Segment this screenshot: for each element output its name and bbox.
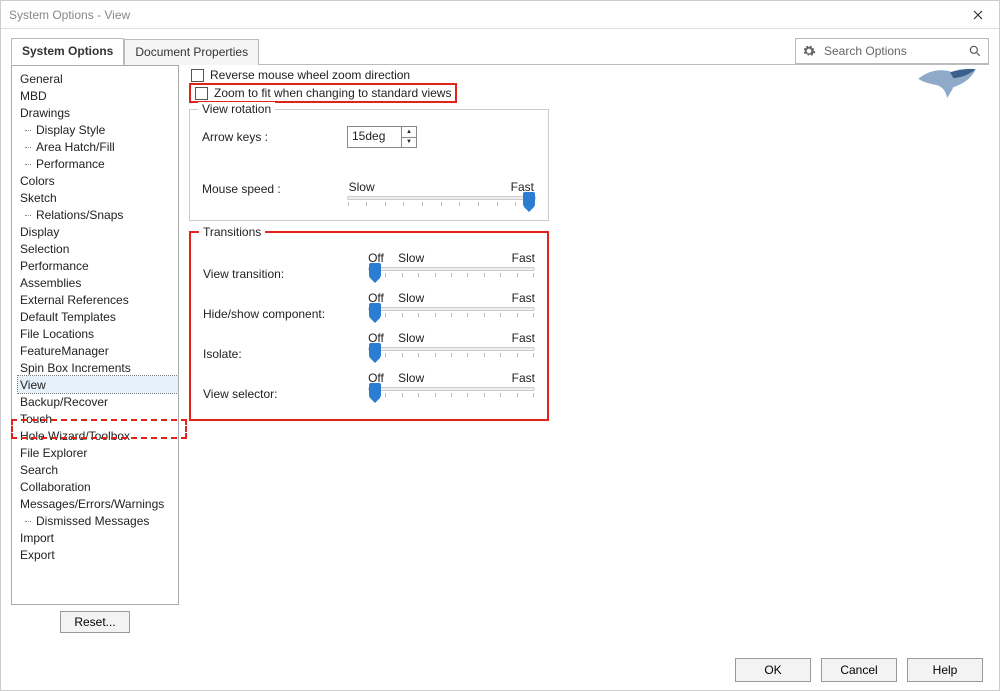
system-options-dialog: System Options - View System Options Doc… — [0, 0, 1000, 691]
mouse-speed-slider[interactable] — [347, 196, 536, 200]
transition-thumb[interactable] — [369, 263, 381, 279]
mouse-speed-label: Mouse speed : — [202, 166, 327, 196]
sidebar-item-external-references[interactable]: External References — [18, 291, 178, 308]
sidebar-item-import[interactable]: Import — [18, 529, 178, 546]
transitions-title: Transitions — [199, 225, 265, 239]
sidebar-item-general[interactable]: General — [18, 70, 178, 87]
transition-label: Isolate: — [203, 331, 360, 361]
close-icon — [973, 10, 983, 20]
sidebar-item-view[interactable]: View — [18, 376, 178, 393]
dialog-footer: OK Cancel Help — [1, 650, 999, 690]
slider-slow-label: Slow — [396, 251, 495, 265]
category-tree[interactable]: GeneralMBDDrawingsDisplay StyleArea Hatc… — [11, 65, 179, 605]
sidebar-item-drawings[interactable]: Drawings — [18, 104, 178, 121]
transition-thumb[interactable] — [369, 303, 381, 319]
transition-slider[interactable] — [368, 387, 535, 391]
transition-slider[interactable] — [368, 267, 535, 271]
sidebar-item-touch[interactable]: Touch — [18, 410, 178, 427]
transition-label: Hide/show component: — [203, 291, 360, 321]
slider-slow-label: Slow — [396, 291, 495, 305]
slider-fast-label: Fast — [495, 371, 535, 385]
close-button[interactable] — [957, 1, 999, 29]
sidebar-item-display-style[interactable]: Display Style — [18, 121, 178, 138]
sidebar-item-display[interactable]: Display — [18, 223, 178, 240]
sidebar-item-search[interactable]: Search — [18, 461, 178, 478]
transition-label: View selector: — [203, 371, 360, 401]
window-title: System Options - View — [9, 8, 130, 22]
sidebar-item-featuremanager[interactable]: FeatureManager — [18, 342, 178, 359]
spinner-down-icon[interactable]: ▼ — [402, 138, 416, 148]
ok-button[interactable]: OK — [735, 658, 811, 682]
reverse-wheel-checkbox[interactable] — [191, 69, 204, 82]
sidebar-item-hole-wizard-toolbox[interactable]: Hole Wizard/Toolbox — [18, 427, 178, 444]
sidebar-item-spin-box-increments[interactable]: Spin Box Increments — [18, 359, 178, 376]
sidebar-item-selection[interactable]: Selection — [18, 240, 178, 257]
reset-button[interactable]: Reset... — [60, 611, 130, 633]
zoom-to-fit-label: Zoom to fit when changing to standard vi… — [214, 86, 451, 100]
transition-row: View selector: Off Slow Fast — [203, 371, 535, 401]
arrow-keys-value[interactable]: 15deg — [347, 126, 401, 148]
transitions-group-highlight: Transitions View transition: Off Slow Fa… — [189, 231, 549, 421]
view-rotation-title: View rotation — [198, 102, 275, 116]
sidebar-item-file-explorer[interactable]: File Explorer — [18, 444, 178, 461]
view-rotation-group: View rotation Arrow keys : 15deg ▲ ▼ Mou… — [189, 109, 549, 221]
zoom-to-fit-row[interactable]: Zoom to fit when changing to standard vi… — [193, 85, 453, 101]
search-input[interactable] — [822, 43, 962, 59]
bird-logo — [915, 61, 979, 103]
spinner-up-icon[interactable]: ▲ — [402, 127, 416, 138]
zoom-to-fit-checkbox[interactable] — [195, 87, 208, 100]
transition-slider[interactable] — [368, 347, 535, 351]
transition-slider[interactable] — [368, 307, 535, 311]
slider-slow-label: Slow — [396, 331, 495, 345]
sidebar-item-assemblies[interactable]: Assemblies — [18, 274, 178, 291]
transition-row: Hide/show component: Off Slow Fast — [203, 291, 535, 321]
search-icon — [968, 44, 982, 58]
reverse-wheel-label: Reverse mouse wheel zoom direction — [210, 68, 410, 82]
tab-system-options[interactable]: System Options — [11, 38, 124, 65]
sidebar-item-colors[interactable]: Colors — [18, 172, 178, 189]
mouse-speed-slow: Slow — [349, 180, 375, 194]
transition-label: View transition: — [203, 251, 360, 281]
sidebar-item-sketch[interactable]: Sketch — [18, 189, 178, 206]
tab-document-properties[interactable]: Document Properties — [124, 39, 259, 65]
slider-slow-label: Slow — [396, 371, 495, 385]
main-panel: Reverse mouse wheel zoom direction Zoom … — [189, 65, 989, 640]
reverse-wheel-row[interactable]: Reverse mouse wheel zoom direction — [189, 67, 989, 83]
sidebar-item-messages-errors-warnings[interactable]: Messages/Errors/Warnings — [18, 495, 178, 512]
transition-row: View transition: Off Slow Fast — [203, 251, 535, 281]
transition-row: Isolate: Off Slow Fast — [203, 331, 535, 361]
slider-fast-label: Fast — [495, 251, 535, 265]
slider-fast-label: Fast — [495, 331, 535, 345]
transition-thumb[interactable] — [369, 383, 381, 399]
gear-icon — [802, 44, 816, 58]
sidebar-item-mbd[interactable]: MBD — [18, 87, 178, 104]
sidebar-item-file-locations[interactable]: File Locations — [18, 325, 178, 342]
mouse-speed-thumb[interactable] — [523, 192, 535, 208]
sidebar-item-performance[interactable]: Performance — [18, 257, 178, 274]
transition-thumb[interactable] — [369, 343, 381, 359]
sidebar-item-dismissed-messages[interactable]: Dismissed Messages — [18, 512, 178, 529]
sidebar-item-area-hatch-fill[interactable]: Area Hatch/Fill — [18, 138, 178, 155]
sidebar-item-relations-snaps[interactable]: Relations/Snaps — [18, 206, 178, 223]
sidebar-item-collaboration[interactable]: Collaboration — [18, 478, 178, 495]
help-button[interactable]: Help — [907, 658, 983, 682]
sidebar-item-backup-recover[interactable]: Backup/Recover — [18, 393, 178, 410]
sidebar-item-default-templates[interactable]: Default Templates — [18, 308, 178, 325]
arrow-keys-spinner[interactable]: ▲ ▼ — [401, 126, 417, 148]
sidebar-item-export[interactable]: Export — [18, 546, 178, 563]
arrow-keys-label: Arrow keys : — [202, 130, 327, 144]
arrow-keys-stepper[interactable]: 15deg ▲ ▼ — [347, 126, 417, 148]
slider-fast-label: Fast — [495, 291, 535, 305]
sidebar-item-performance[interactable]: Performance — [18, 155, 178, 172]
cancel-button[interactable]: Cancel — [821, 658, 897, 682]
highlight-zoom-to-fit: Zoom to fit when changing to standard vi… — [189, 83, 457, 103]
tabs: System Options Document Properties — [11, 37, 259, 64]
titlebar: System Options - View — [1, 1, 999, 29]
